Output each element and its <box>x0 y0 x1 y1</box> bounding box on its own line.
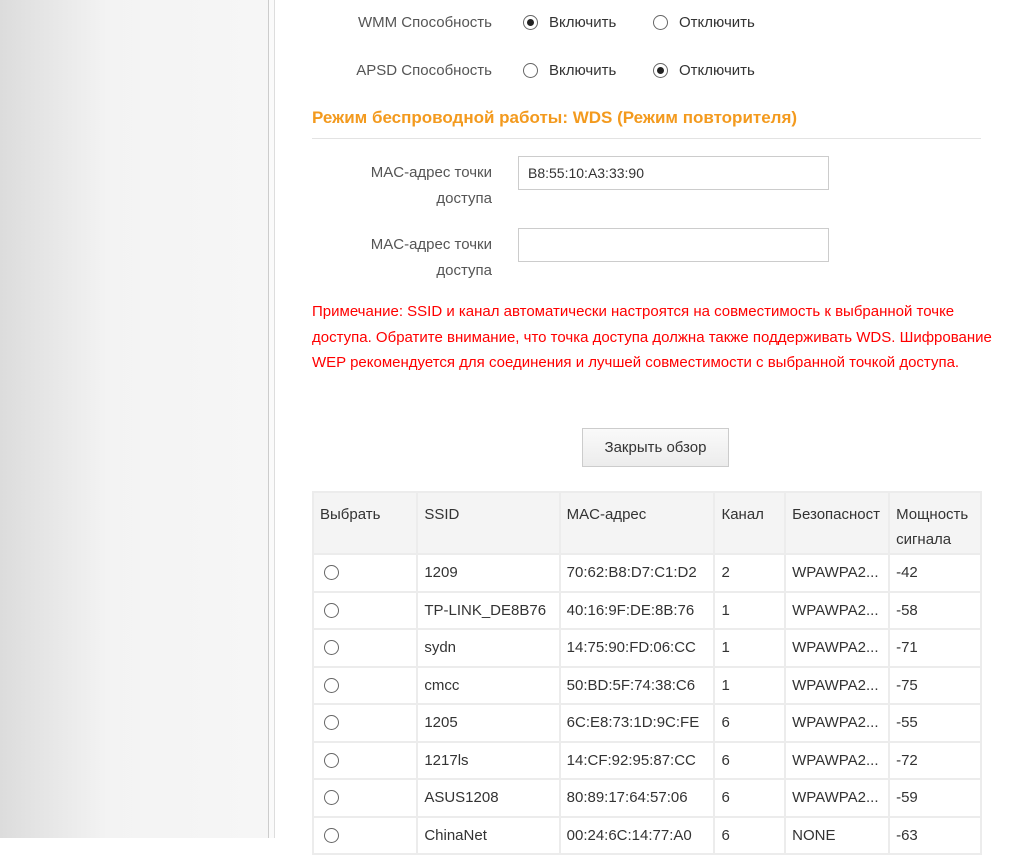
channel-cell: 1 <box>713 665 787 705</box>
mac-cell: 14:75:90:FD:06:CC <box>558 628 716 668</box>
mac2-input[interactable] <box>518 228 829 262</box>
signal-cell: -71 <box>888 628 982 668</box>
select-cell[interactable] <box>311 815 419 855</box>
select-cell[interactable] <box>311 778 419 818</box>
mac-cell: 00:24:6C:14:77:A0 <box>558 815 716 855</box>
col-select: Выбрать <box>311 491 419 555</box>
signal-cell: -63 <box>888 815 982 855</box>
mac-cell: 6C:E8:73:1D:9C:FE <box>558 703 716 743</box>
table-row[interactable]: 1217ls 14:CF:92:95:87:CC 6 WPAWPA2... -72 <box>311 740 982 780</box>
signal-cell: -75 <box>888 665 982 705</box>
security-cell: NONE <box>784 815 891 855</box>
ssid-cell: 1217ls <box>416 740 561 780</box>
ssid-cell: cmcc <box>416 665 561 705</box>
mac-cell: 14:CF:92:95:87:CC <box>558 740 716 780</box>
channel-cell: 2 <box>713 553 787 593</box>
radio-icon <box>653 63 668 78</box>
note-text: Примечание: SSID и канал автоматически н… <box>312 303 992 371</box>
radio-icon <box>523 15 538 30</box>
radio-icon <box>523 63 538 78</box>
col-mac: MAC-адрес <box>558 491 716 555</box>
mac-cell: 70:62:B8:D7:C1:D2 <box>558 553 716 593</box>
select-cell[interactable] <box>311 703 419 743</box>
table-row[interactable]: sydn 14:75:90:FD:06:CC 1 WPAWPA2... -71 <box>311 628 982 668</box>
security-cell: WPAWPA2... <box>784 590 891 630</box>
apsd-label: APSD Способность <box>356 62 492 79</box>
signal-cell: -42 <box>888 553 982 593</box>
radio-label: Включить <box>549 14 617 31</box>
select-cell[interactable] <box>311 553 419 593</box>
ssid-cell: 1209 <box>416 553 561 593</box>
select-radio[interactable] <box>324 715 339 731</box>
signal-cell: -72 <box>888 740 982 780</box>
wmm-disable-radio[interactable]: Отключить <box>653 14 755 31</box>
col-security: Безопасност <box>784 491 891 555</box>
select-radio[interactable] <box>324 752 339 768</box>
ssid-cell: sydn <box>416 628 561 668</box>
security-cell: WPAWPA2... <box>784 665 891 705</box>
col-channel: Канал <box>713 491 787 555</box>
signal-cell: -55 <box>888 703 982 743</box>
radio-label: Включить <box>549 62 617 79</box>
channel-cell: 6 <box>713 703 787 743</box>
wmm-enable-radio[interactable]: Включить <box>523 14 616 31</box>
select-radio[interactable] <box>324 790 339 806</box>
radio-label: Отключить <box>679 14 755 31</box>
table-row[interactable]: cmcc 50:BD:5F:74:38:C6 1 WPAWPA2... -75 <box>311 665 982 705</box>
select-radio[interactable] <box>324 677 339 693</box>
signal-cell: -58 <box>888 590 982 630</box>
select-radio[interactable] <box>324 640 339 656</box>
apsd-enable-radio[interactable]: Включить <box>523 62 616 79</box>
mac-cell: 40:16:9F:DE:8B:76 <box>558 590 716 630</box>
select-cell[interactable] <box>311 628 419 668</box>
channel-cell: 6 <box>713 740 787 780</box>
radio-label: Отключить <box>679 62 755 79</box>
channel-cell: 6 <box>713 778 787 818</box>
ssid-cell: ASUS1208 <box>416 778 561 818</box>
select-cell[interactable] <box>311 590 419 630</box>
ap-scan-table: Выбрать SSID MAC-адрес Канал Безопасност… <box>311 491 982 855</box>
select-radio[interactable] <box>324 565 339 581</box>
col-ssid: SSID <box>416 491 561 555</box>
apsd-disable-radio[interactable]: Отключить <box>653 62 755 79</box>
divider <box>312 138 981 139</box>
mac1-input[interactable]: B8:55:10:A3:33:90 <box>518 156 829 190</box>
section-title: Режим беспроводной работы: WDS (Режим по… <box>312 108 798 127</box>
table-row[interactable]: ASUS1208 80:89:17:64:57:06 6 WPAWPA2... -59 <box>311 778 982 818</box>
left-sidebar <box>0 0 268 838</box>
table-row[interactable]: 1209 70:62:B8:D7:C1:D2 2 WPAWPA2... -42 <box>311 553 982 593</box>
signal-cell: -59 <box>888 778 982 818</box>
radio-icon <box>653 15 668 30</box>
table-row[interactable]: ChinaNet 00:24:6C:14:77:A0 6 NONE -63 <box>311 815 982 855</box>
select-cell[interactable] <box>311 740 419 780</box>
mac2-label: MAC-адрес точки доступа <box>370 236 492 279</box>
wmm-label: WMM Способность <box>357 14 492 31</box>
col-signal: Мощность сигнала <box>888 491 982 555</box>
channel-cell: 6 <box>713 815 787 855</box>
select-cell[interactable] <box>311 665 419 705</box>
security-cell: WPAWPA2... <box>784 703 891 743</box>
select-radio[interactable] <box>324 602 339 618</box>
table-header: Выбрать SSID MAC-адрес Канал Безопасност… <box>311 491 982 555</box>
security-cell: WPAWPA2... <box>784 628 891 668</box>
channel-cell: 1 <box>713 628 787 668</box>
mac1-label: MAC-адрес точки доступа <box>370 164 492 207</box>
security-cell: WPAWPA2... <box>784 740 891 780</box>
select-radio[interactable] <box>324 827 339 843</box>
ssid-cell: 1205 <box>416 703 561 743</box>
close-scan-button[interactable]: Закрыть обзор <box>582 428 729 467</box>
security-cell: WPAWPA2... <box>784 553 891 593</box>
mac-cell: 80:89:17:64:57:06 <box>558 778 716 818</box>
security-cell: WPAWPA2... <box>784 778 891 818</box>
mac-cell: 50:BD:5F:74:38:C6 <box>558 665 716 705</box>
table-row[interactable]: TP-LINK_DE8B76 40:16:9F:DE:8B:76 1 WPAWPA2.… <box>311 590 982 630</box>
ssid-cell: TP-LINK_DE8B76 <box>416 590 561 630</box>
table-row[interactable]: 1205 6C:E8:73:1D:9C:FE 6 WPAWPA2... -55 <box>311 703 982 743</box>
channel-cell: 1 <box>713 590 787 630</box>
sidebar-divider <box>268 0 275 838</box>
ssid-cell: ChinaNet <box>416 815 561 855</box>
